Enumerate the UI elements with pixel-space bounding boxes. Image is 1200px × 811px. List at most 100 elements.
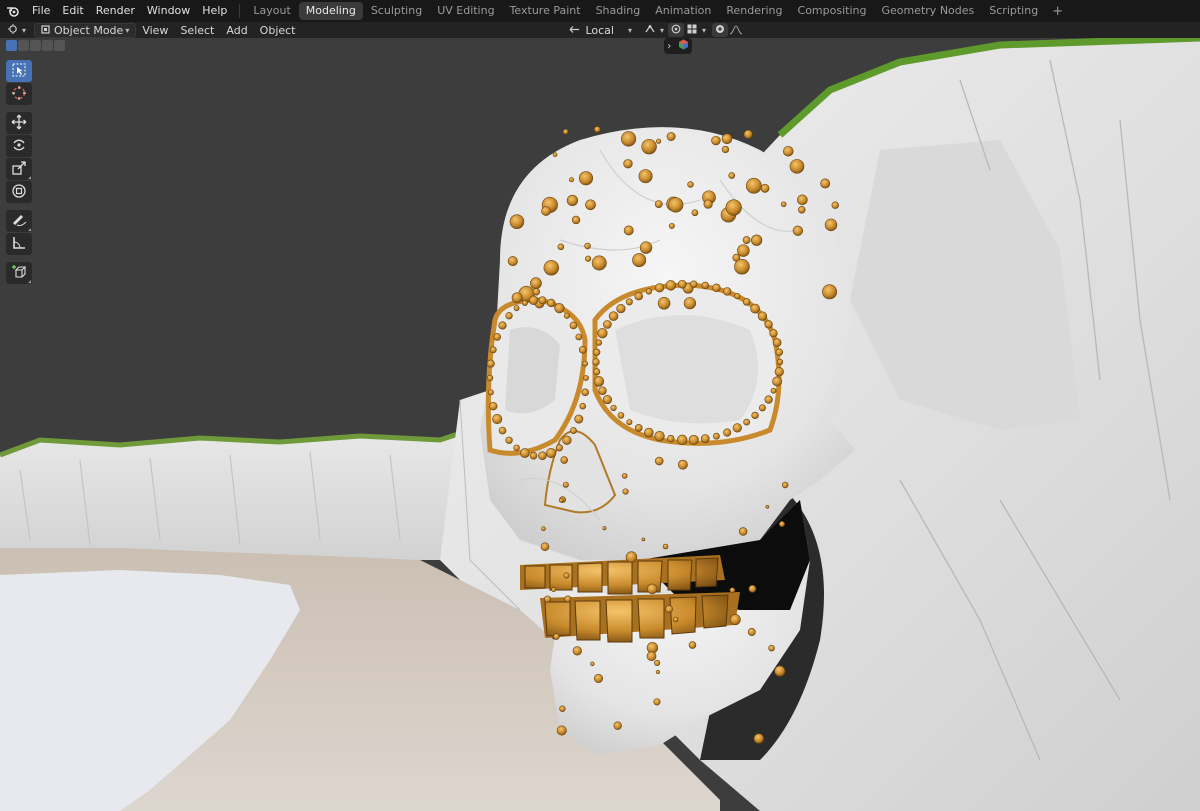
select-extend-icon[interactable] (18, 40, 29, 51)
gold-gem (621, 473, 628, 479)
gold-gem (725, 199, 742, 216)
tab-animation[interactable]: Animation (648, 2, 718, 20)
gold-gem (774, 367, 784, 377)
tab-geometry-nodes[interactable]: Geometry Nodes (874, 2, 981, 20)
tab-shading[interactable]: Shading (589, 2, 648, 20)
gold-gem (487, 389, 494, 396)
select-intersect-icon[interactable] (54, 40, 65, 51)
tool-options-indicator (28, 228, 31, 231)
gold-gem (824, 218, 838, 232)
gold-gem (760, 183, 770, 193)
gold-gem (597, 328, 608, 339)
gold-gem (578, 346, 587, 354)
gold-gem (574, 414, 584, 424)
tab-scripting[interactable]: Scripting (982, 2, 1045, 20)
tool-annotate[interactable] (6, 210, 32, 232)
3d-viewport[interactable] (0, 38, 1200, 811)
gold-gem (511, 292, 523, 304)
gold-gem (646, 651, 657, 662)
blender-logo-icon[interactable] (4, 2, 22, 20)
gold-gem (602, 394, 612, 405)
overlay-toggle[interactable] (684, 23, 700, 37)
tab-layout[interactable]: Layout (246, 2, 297, 20)
menu-file[interactable]: File (26, 0, 56, 22)
gold-gem (641, 537, 646, 542)
menu-object[interactable]: Object (254, 24, 302, 37)
tab-sculpting[interactable]: Sculpting (364, 2, 429, 20)
shading-toggle[interactable] (712, 23, 728, 37)
gold-gem (563, 312, 570, 319)
gold-gem (734, 293, 741, 300)
menu-view[interactable]: View (136, 24, 174, 37)
gold-gem (563, 572, 570, 579)
gold-gem (603, 320, 612, 329)
tool-cursor[interactable] (6, 83, 32, 105)
gold-gem (489, 346, 497, 354)
curve-toggle[interactable] (728, 23, 744, 37)
gold-gem (538, 296, 547, 305)
menu-help[interactable]: Help (196, 0, 233, 22)
tool-add-cube[interactable] (6, 262, 32, 284)
mode-dropdown[interactable]: Object Mode ▾ (34, 22, 137, 38)
pivot-dropdown[interactable]: Local ▾ (565, 23, 636, 37)
gold-gem (492, 414, 503, 425)
chevron-down-icon[interactable]: ▾ (702, 26, 706, 35)
editor-type-button[interactable]: ▾ (4, 23, 30, 37)
gold-gem (700, 434, 710, 443)
gold-gem (654, 431, 665, 442)
tool-transform[interactable] (6, 181, 32, 203)
gold-gem (543, 595, 552, 603)
gold-gem (593, 348, 601, 356)
gold-gem (575, 333, 583, 341)
gold-gem (513, 305, 520, 312)
tab-uv-editing[interactable]: UV Editing (430, 2, 501, 20)
gold-gem (770, 387, 777, 394)
gold-gem (723, 428, 732, 437)
tab-rendering[interactable]: Rendering (719, 2, 789, 20)
gold-gem (688, 641, 697, 649)
gold-gem (634, 291, 643, 301)
gold-gem (745, 177, 762, 194)
viewport-gizmo-button[interactable]: › (664, 38, 692, 54)
add-workspace-button[interactable]: + (1046, 4, 1069, 19)
gold-gem (613, 721, 622, 730)
tool-options-indicator (28, 280, 31, 283)
menu-select[interactable]: Select (174, 24, 220, 37)
tab-texture-paint[interactable]: Texture Paint (503, 2, 588, 20)
tab-modeling[interactable]: Modeling (298, 2, 363, 20)
gold-gem (768, 644, 775, 652)
gold-gem (625, 298, 633, 306)
gold-gem (728, 172, 736, 179)
cursor-icon (11, 85, 27, 104)
gold-gem (753, 733, 765, 744)
menu-edit[interactable]: Edit (56, 0, 89, 22)
gold-gem (540, 542, 550, 552)
gold-gem (742, 298, 751, 306)
tool-rotate[interactable] (6, 135, 32, 157)
gold-gem (747, 628, 756, 636)
menu-window[interactable]: Window (141, 0, 196, 22)
gold-gem (737, 244, 750, 257)
gold-gem (666, 132, 676, 141)
gold-gem (486, 359, 495, 368)
gold-gem (743, 129, 753, 139)
tab-compositing[interactable]: Compositing (791, 2, 874, 20)
select-subtract-icon[interactable] (30, 40, 41, 51)
gold-gem (677, 459, 688, 470)
menu-render[interactable]: Render (90, 0, 141, 22)
proportional-edit-toggle[interactable] (667, 23, 684, 37)
gold-gem (751, 411, 759, 420)
select-invert-icon[interactable] (42, 40, 53, 51)
chevron-down-icon[interactable]: ▾ (660, 26, 664, 35)
gold-gem (645, 288, 652, 295)
tool-measure[interactable] (6, 233, 32, 255)
snap-toggle[interactable] (642, 23, 658, 37)
select-new-icon[interactable] (6, 40, 17, 51)
tool-select-box[interactable] (6, 60, 32, 82)
tool-move[interactable] (6, 112, 32, 134)
gold-gem (776, 358, 784, 366)
gold-gem (732, 423, 742, 433)
gold-gem (591, 255, 607, 271)
tool-scale[interactable] (6, 158, 32, 180)
menu-add[interactable]: Add (220, 24, 253, 37)
